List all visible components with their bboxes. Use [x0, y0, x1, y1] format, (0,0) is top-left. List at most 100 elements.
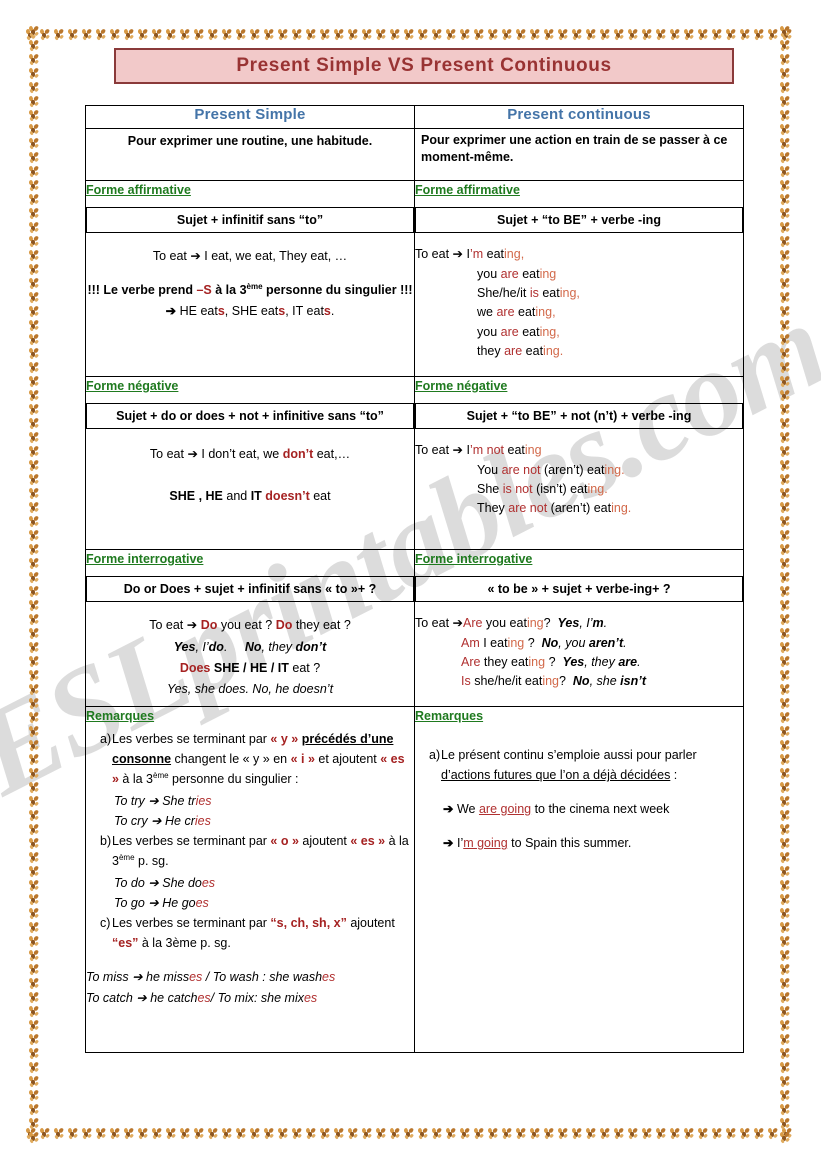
- bow-icon: [571, 1127, 583, 1140]
- bow-icon: [779, 81, 791, 94]
- bow-icon: [613, 28, 625, 41]
- bow-icon: [28, 655, 40, 668]
- bow-icon: [28, 389, 40, 402]
- int-l3-rest: SHE / HE / IT: [213, 660, 289, 675]
- conjugation-line: She is not (isn’t) eating.: [477, 481, 608, 496]
- bow-icon: [28, 431, 40, 444]
- right-remark-t2: :: [670, 768, 678, 782]
- grammar-comparison-table: Present Simple Present continuous Pour e…: [85, 105, 744, 1053]
- bow-icon: [683, 1127, 695, 1140]
- example-line: To miss ➔ he misses / To wash : she wash…: [86, 970, 336, 984]
- bow-icon: [28, 669, 40, 682]
- bow-icon: [445, 1127, 457, 1140]
- bow-icon: [779, 585, 791, 598]
- cell-right-affirmative: Forme affirmative Sujet + “to BE” + verb…: [414, 180, 744, 377]
- bow-icon: [28, 977, 40, 990]
- bow-icon: [25, 28, 37, 41]
- bow-icon: [781, 1127, 793, 1140]
- bow-icon: [669, 28, 681, 41]
- bow-icon: [599, 1127, 611, 1140]
- bow-icon: [779, 963, 791, 976]
- cell-left-affirmative: Forme affirmative Sujet + infinitif sans…: [85, 180, 415, 377]
- bow-icon: [417, 28, 429, 41]
- bow-icon: [207, 1127, 219, 1140]
- bow-icon: [28, 823, 40, 836]
- conjugation-row: You are not (aren’t) eating.: [415, 461, 743, 480]
- table-row-intro: Pour exprimer une routine, une habitude.…: [85, 128, 744, 181]
- right-affirmative-heading: Forme affirmative: [415, 183, 520, 197]
- bow-icon: [39, 28, 51, 41]
- neg2-b: and: [222, 488, 251, 503]
- page-title-text: Present Simple VS Present Continuous: [236, 55, 612, 76]
- border-bottom: [25, 1125, 795, 1143]
- bow-icon: [779, 333, 791, 346]
- bow-icon: [641, 1127, 653, 1140]
- bow-icon: [779, 39, 791, 52]
- bow-icon: [779, 515, 791, 528]
- bow-icon: [221, 1127, 233, 1140]
- bow-icon: [585, 1127, 597, 1140]
- left-intro-text: Pour exprimer une routine, une habitude.: [127, 134, 373, 148]
- bow-icon: [389, 1127, 401, 1140]
- bow-icon: [28, 403, 40, 416]
- left-affirmative-notice: !!! Le verbe prend –S à la 3ème personne…: [86, 281, 414, 300]
- bow-icon: [28, 1005, 40, 1018]
- bow-icon: [739, 28, 751, 41]
- remark-marker: b): [100, 834, 112, 848]
- bow-icon: [137, 1127, 149, 1140]
- bow-icon: [627, 1127, 639, 1140]
- cell-right-interrogative: Forme interrogative « to be » + sujet + …: [414, 549, 744, 707]
- bow-icon: [28, 25, 40, 38]
- bow-icon: [515, 1127, 527, 1140]
- left-interrogative-formula: Do or Does + sujet + infinitif sans « to…: [86, 576, 414, 603]
- bow-icon: [28, 501, 40, 514]
- bow-icon: [779, 935, 791, 948]
- bow-icon: [319, 28, 331, 41]
- bow-icon: [179, 28, 191, 41]
- bow-icon: [779, 1047, 791, 1060]
- list-item: a) Les verbes se terminant par « y » préc…: [86, 729, 414, 789]
- bow-icon: [779, 669, 791, 682]
- remark-body: Les verbes se terminant par « y » précéd…: [112, 732, 405, 786]
- bow-icon: [95, 28, 107, 41]
- right-interrogative-lead: To eat ➔: [415, 616, 463, 631]
- bow-icon: [28, 851, 40, 864]
- conjugation-row: you are eating: [415, 265, 743, 284]
- bow-icon: [28, 277, 40, 290]
- bow-icon: [779, 417, 791, 430]
- int-l2-do: do: [208, 639, 224, 654]
- bow-icon: [28, 879, 40, 892]
- bow-icon: [779, 53, 791, 66]
- bow-icon: [28, 123, 40, 136]
- bow-icon: [669, 1127, 681, 1140]
- left-interrogative-line2: Yes, I’do. No, they don’t: [86, 638, 414, 657]
- bow-icon: [697, 28, 709, 41]
- bow-icon: [333, 1127, 345, 1140]
- left-affirmative-formula: Sujet + infinitif sans “to”: [86, 207, 414, 234]
- bow-icon: [277, 28, 289, 41]
- bow-icon: [53, 1127, 65, 1140]
- bow-icon: [779, 753, 791, 766]
- bow-icon: [151, 28, 163, 41]
- right-remark-underlined: d’actions futures que l’on a déjà décidé…: [441, 768, 671, 782]
- bow-icon: [123, 1127, 135, 1140]
- int-l2-c: , they: [261, 639, 296, 654]
- bow-icon: [779, 781, 791, 794]
- bow-icon: [779, 305, 791, 318]
- bow-icon: [543, 1127, 555, 1140]
- bow-icon: [28, 1117, 40, 1130]
- conjugation-line: They are not (aren’t) eating.: [477, 501, 632, 516]
- bow-icon: [28, 445, 40, 458]
- bow-icon: [779, 445, 791, 458]
- int-l1-do2: Do: [275, 618, 293, 633]
- bow-icon: [779, 599, 791, 612]
- cell-right-remarks: Remarques a) Le présent continu s’emploi…: [414, 706, 744, 1053]
- bow-icon: [529, 1127, 541, 1140]
- bow-icon: [779, 291, 791, 304]
- neg2-d: doesn’t: [265, 488, 310, 503]
- int-l2-a: , I’: [195, 639, 209, 654]
- bow-icon: [779, 977, 791, 990]
- bow-icon: [779, 837, 791, 850]
- bow-icon: [585, 28, 597, 41]
- bow-icon: [137, 28, 149, 41]
